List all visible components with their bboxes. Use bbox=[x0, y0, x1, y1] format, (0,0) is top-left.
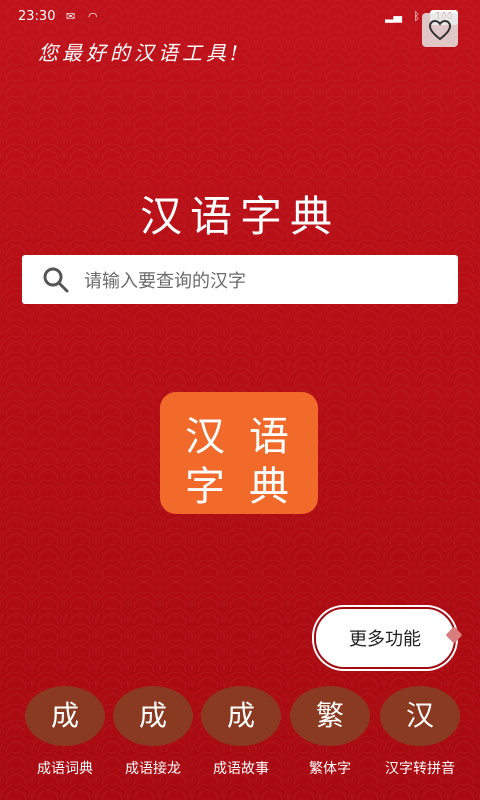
bottom-nav: 成 成语词典 成 成语接龙 成 成语故事 繁 繁体字 汉 汉字转拼音 bbox=[0, 686, 480, 800]
nav-item-traditional-characters[interactable]: 繁 繁体字 bbox=[285, 686, 375, 778]
more-features-button[interactable]: 更多功能 bbox=[314, 607, 463, 669]
more-features-label: 更多功能 bbox=[349, 629, 421, 650]
nav-label: 成语词典 bbox=[37, 761, 93, 777]
page-title: 汉语字典 bbox=[139, 192, 340, 241]
nav-icon: 繁 bbox=[290, 686, 370, 746]
wifi-icon: ◠ bbox=[88, 10, 98, 23]
slogan: 您最好的汉语工具! bbox=[38, 41, 243, 65]
nav-icon: 成 bbox=[201, 686, 281, 746]
search-placeholder: 请输入要查询的汉字 bbox=[84, 270, 246, 292]
app-logo: 汉 语 字 典 bbox=[160, 392, 318, 514]
nav-item-idiom-chain[interactable]: 成 成语接龙 bbox=[108, 686, 198, 778]
search-input[interactable]: 请输入要查询的汉字 bbox=[22, 255, 458, 304]
nav-item-idiom-dictionary[interactable]: 成 成语词典 bbox=[20, 686, 110, 778]
nav-label: 繁体字 bbox=[309, 761, 351, 777]
favorite-button[interactable] bbox=[422, 13, 458, 47]
notification-icon: ✉ bbox=[66, 10, 76, 23]
nav-icon: 成 bbox=[113, 686, 193, 746]
nav-item-hanzi-to-pinyin[interactable]: 汉 汉字转拼音 bbox=[375, 686, 465, 778]
logo-char: 典 bbox=[249, 464, 289, 510]
heart-icon bbox=[428, 19, 452, 41]
bluetooth-icon: ᛒ bbox=[413, 10, 420, 23]
search-icon bbox=[43, 267, 69, 292]
nav-icon: 汉 bbox=[380, 686, 460, 746]
signal-icon: ▂▄ bbox=[385, 10, 402, 23]
status-time: 23:30 bbox=[18, 9, 56, 24]
nav-item-idiom-story[interactable]: 成 成语故事 bbox=[196, 686, 286, 778]
logo-char: 字 bbox=[185, 464, 225, 510]
status-bar: 23:30 ✉ ◠ ▂▄ ᛒ 100 bbox=[0, 0, 480, 34]
nav-label: 成语接龙 bbox=[125, 761, 181, 777]
nav-label: 成语故事 bbox=[213, 761, 269, 777]
nav-icon: 成 bbox=[25, 686, 105, 746]
nav-label: 汉字转拼音 bbox=[385, 761, 455, 777]
